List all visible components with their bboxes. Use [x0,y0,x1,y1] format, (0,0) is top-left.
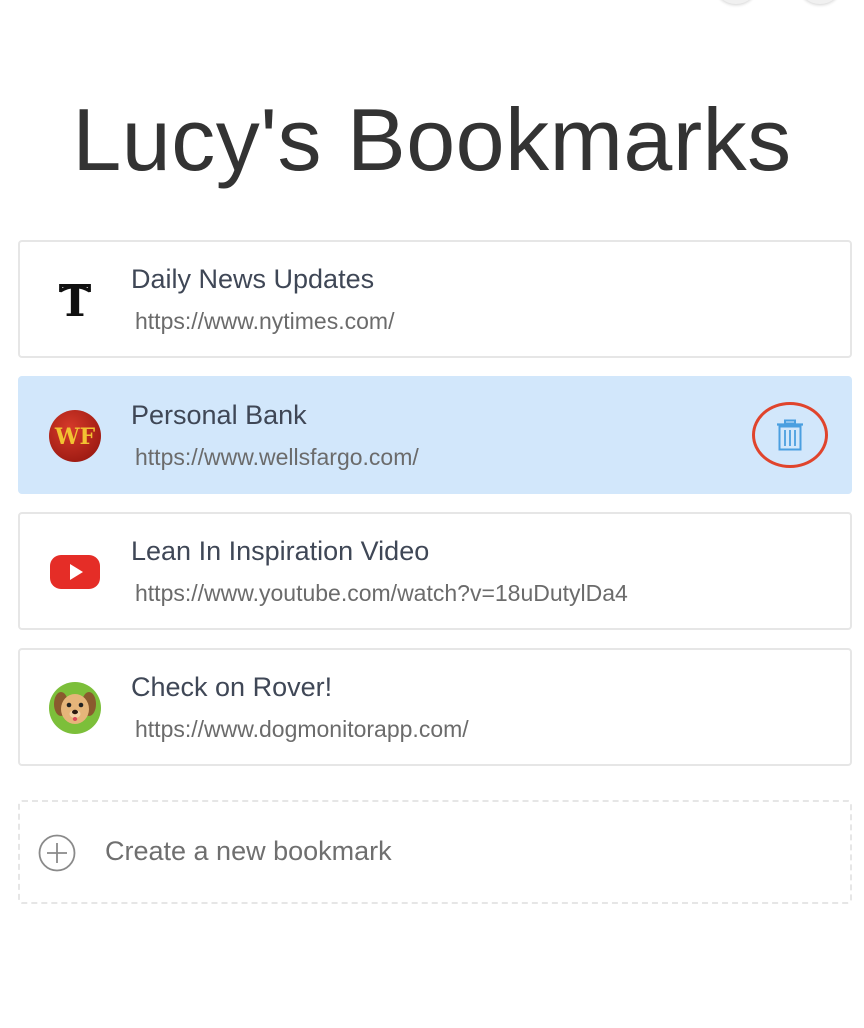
youtube-logo-icon [50,555,100,589]
bookmark-title: Check on Rover! [131,672,333,702]
wellsfargo-logo-icon: WF [49,410,101,462]
create-bookmark-button[interactable]: Create a new bookmark [18,800,852,904]
create-bookmark-label: Create a new bookmark [105,836,392,866]
dog-face-icon [49,682,101,734]
bookmark-list: T Daily News Updates https://www.nytimes… [18,240,852,784]
bookmark-item-check-rover[interactable]: Check on Rover! https://www.dogmonitorap… [18,648,852,766]
svg-text:WF: WF [54,424,96,450]
plus-circle-icon [38,834,76,872]
trash-icon [777,419,803,451]
bookmark-url: https://www.wellsfargo.com/ [135,444,419,470]
bookmark-item-personal-bank[interactable]: WF Personal Bank https://www.wellsfargo.… [18,376,852,494]
top-control-right [800,0,840,4]
bookmark-item-lean-in[interactable]: Lean In Inspiration Video https://www.yo… [18,512,852,630]
top-control-left [716,0,756,4]
bookmark-item-daily-news[interactable]: T Daily News Updates https://www.nytimes… [18,240,852,358]
bookmark-url: https://www.nytimes.com/ [135,308,395,334]
bookmark-title: Lean In Inspiration Video [131,536,430,566]
bookmark-url: https://www.youtube.com/watch?v=18uDutyl… [135,580,628,606]
delete-bookmark-button[interactable] [752,402,828,468]
svg-text:T: T [59,276,92,327]
page-title: Lucy's Bookmarks [72,89,792,189]
bookmark-title: Personal Bank [131,400,307,430]
bookmark-title: Daily News Updates [131,264,375,294]
nytimes-logo-icon: T [59,276,92,327]
bookmark-url: https://www.dogmonitorapp.com/ [135,716,469,742]
